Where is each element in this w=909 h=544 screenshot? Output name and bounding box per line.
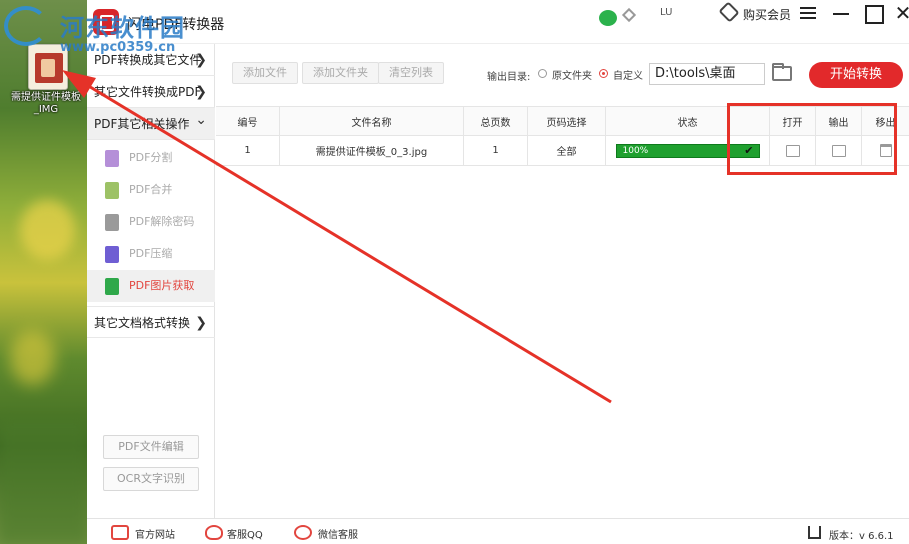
sidebar-item-pdf-image-extract[interactable]: PDF图片获取 [87,270,215,302]
status-highlight-box [727,103,897,175]
col-header: 总页数 [464,107,528,135]
chevron-right-icon: ❯ [195,315,207,331]
compress-icon [105,246,119,263]
sidebar-group-pdf-other-ops[interactable]: PDF其它相关操作 ⌄ [87,108,215,140]
merge-icon [105,182,119,199]
official-site-link[interactable]: 官方网站 [135,526,175,541]
menu-icon-line [800,12,816,14]
col-header: 编号 [216,107,280,135]
folder-open-icon[interactable] [772,63,792,81]
start-convert-button[interactable]: 开始转换 [809,62,903,88]
unlock-icon [105,214,119,231]
wechat-service-link[interactable]: 微信客服 [318,526,358,541]
qq-icon[interactable] [205,525,223,540]
add-file-button[interactable]: 添加文件 [232,62,298,84]
user-name[interactable]: LU [660,7,672,18]
chevron-down-icon: ⌄ [195,112,207,128]
title-bar: 闪电PDF转换器 LU 购买会员 ✕ [87,0,909,44]
menu-button[interactable] [795,2,821,24]
radio-source-folder-label[interactable]: 原文件夹 [552,67,592,82]
sidebar-group-label: 其它文件转换成PDF [94,85,202,99]
diamond-icon[interactable] [621,7,637,23]
radio-source-folder[interactable] [538,69,547,78]
sidebar-item-pdf-compress[interactable]: PDF压缩 [87,238,215,270]
image-extract-icon [105,278,119,295]
update-icon[interactable] [808,526,821,539]
menu-icon-line [800,17,816,19]
desktop-icon-label[interactable]: 需提供证件模板_IMG [8,92,84,116]
sidebar-item-pdf-split[interactable]: PDF分割 [87,142,215,174]
sidebar-item-label: PDF分割 [129,151,173,164]
watermark-logo-icon [4,6,48,46]
watermark-url: www.pc0359.cn [60,40,176,55]
watermark-title: 河东软件园 [60,14,185,42]
sidebar-item-pdf-unlock[interactable]: PDF解除密码 [87,206,215,238]
row-pages: 1 [464,136,528,165]
split-icon [105,150,119,167]
row-page-range[interactable]: 全部 [528,136,606,165]
vip-icon[interactable] [718,1,740,23]
sidebar-item-label: PDF图片获取 [129,279,195,292]
radio-custom-folder[interactable] [599,69,608,78]
buy-vip-button[interactable]: 购买会员 [743,6,791,23]
chevron-right-icon: ❯ [195,52,207,68]
sidebar-group-other-format[interactable]: 其它文档格式转换 ❯ [87,306,215,338]
toolbar: 添加文件 添加文件夹 清空列表 输出目录: 原文件夹 自定义 D:\tools\… [216,44,909,104]
sidebar-item-label: PDF合并 [129,183,173,196]
desktop-grass [0,420,87,544]
add-folder-button[interactable]: 添加文件夹 [302,62,379,84]
app-window: 闪电PDF转换器 LU 购买会员 ✕ PDF转换成其它文件 ❯ 其它文件转换成P… [87,0,909,544]
qq-service-link[interactable]: 客服QQ [227,526,263,541]
desktop-flower [20,200,75,260]
output-path-field[interactable]: D:\tools\桌面 [649,63,765,85]
output-dir-label: 输出目录: [487,72,531,83]
sidebar-group-label: 其它文档格式转换 [94,316,191,330]
col-header: 文件名称 [280,107,464,135]
sidebar-item-pdf-merge[interactable]: PDF合并 [87,174,215,206]
desktop-background: 需提供证件模板_IMG [0,0,87,544]
wechat-service-icon[interactable] [294,525,312,540]
radio-custom-folder-label[interactable]: 自定义 [613,67,643,82]
image-thumbnail-face [41,59,55,77]
sidebar-item-label: PDF解除密码 [129,215,195,228]
menu-icon-line [800,7,816,9]
version-label: 版本：v 6.6.1 [829,531,894,542]
col-header: 页码选择 [528,107,606,135]
row-filename: 需提供证件模板_0_3.jpg [280,136,464,165]
sidebar: PDF转换成其它文件 ❯ 其它文件转换成PDF ❯ PDF其它相关操作 ⌄ PD… [87,44,215,518]
row-index: 1 [216,136,280,165]
sidebar-item-label: PDF压缩 [129,247,173,260]
wechat-icon[interactable] [599,10,617,26]
main-panel: 添加文件 添加文件夹 清空列表 输出目录: 原文件夹 自定义 D:\tools\… [216,44,909,518]
progress-percent: 100% [622,145,649,156]
minimize-button[interactable] [828,2,854,24]
ocr-button[interactable]: OCR文字识别 [103,467,199,491]
monitor-icon[interactable] [111,525,129,540]
sidebar-group-label: PDF其它相关操作 [94,117,190,131]
desktop-flower [10,330,55,385]
clear-list-button[interactable]: 清空列表 [378,62,444,84]
close-button[interactable]: ✕ [890,2,909,24]
pdf-edit-button[interactable]: PDF文件编辑 [103,435,199,459]
footer: 官方网站 客服QQ 微信客服 版本：v 6.6.1 [87,518,909,544]
sidebar-group-label: PDF转换成其它文件 [94,53,202,67]
maximize-button[interactable] [860,2,886,24]
